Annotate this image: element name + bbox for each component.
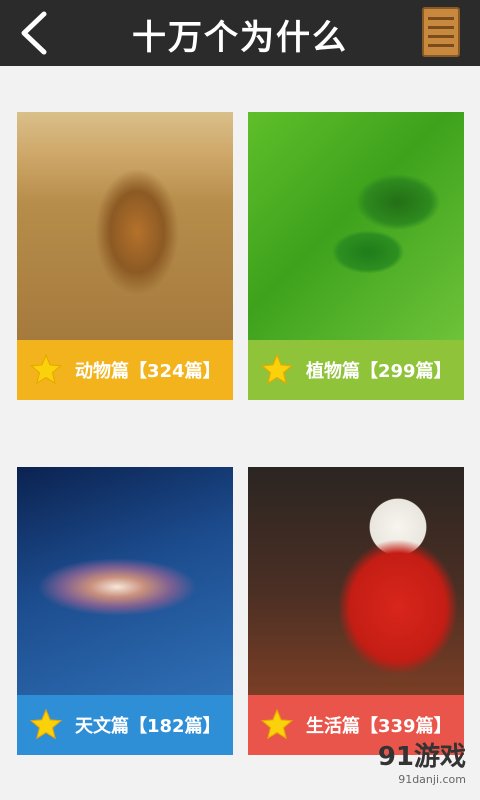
category-card-life[interactable]: 生活篇【339篇】 (248, 467, 464, 755)
galaxy-photo (17, 467, 233, 695)
category-bar[interactable]: 天文篇【182篇】 (17, 695, 233, 755)
star-icon (260, 708, 294, 740)
watermark: 91游戏 91danji.com (378, 736, 466, 786)
bookshelf-icon[interactable] (422, 7, 460, 57)
category-label: 植物篇【299篇】 (306, 361, 452, 382)
watermark-site: 91danji.com (398, 773, 466, 786)
snowman-photo (248, 467, 464, 695)
watermark-logo: 91游戏 (377, 742, 466, 772)
page-title: 十万个为什么 (132, 18, 348, 58)
category-card-plants[interactable]: 植物篇【299篇】 (248, 112, 464, 400)
leaves-photo (248, 112, 464, 340)
star-icon (29, 353, 63, 385)
lion-photo (17, 112, 233, 340)
category-bar[interactable]: 动物篇【324篇】 (17, 340, 233, 400)
app-header: 十万个为什么 (0, 0, 480, 66)
category-card-animals[interactable]: 动物篇【324篇】 (17, 112, 233, 400)
star-icon (29, 708, 63, 740)
category-label: 动物篇【324篇】 (75, 361, 221, 382)
category-label: 生活篇【339篇】 (306, 716, 452, 737)
category-bar[interactable]: 植物篇【299篇】 (248, 340, 464, 400)
category-label: 天文篇【182篇】 (75, 716, 221, 737)
category-card-astronomy[interactable]: 天文篇【182篇】 (17, 467, 233, 755)
star-icon (260, 353, 294, 385)
